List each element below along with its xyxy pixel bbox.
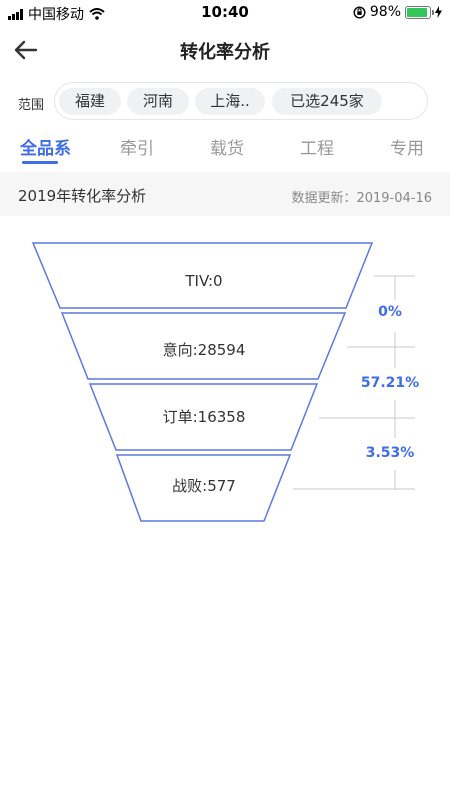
conversion-rate-3: 3.53% — [365, 445, 415, 461]
nav-bar: 转化率分析 — [0, 26, 450, 74]
funnel-label-defeat: 战败:577 — [172, 477, 236, 495]
conversion-rate-2: 57.21% — [360, 375, 420, 391]
funnel-label-order: 订单:16358 — [162, 408, 246, 426]
scope-chip-fujian[interactable]: 福建 — [59, 88, 121, 115]
conversion-funnel: TIV:0 意向:28594 订单:16358 战败:577 0% 57.21%… — [0, 240, 450, 530]
tab-tractor[interactable]: 牵引 — [120, 134, 154, 159]
scope-row: 范围 福建 河南 上海.. 已选245家 — [0, 82, 450, 122]
funnel-label-intent: 意向:28594 — [162, 341, 246, 359]
active-tab-indicator — [22, 161, 58, 164]
rotation-lock-icon — [353, 5, 366, 19]
scope-selector[interactable]: 福建 河南 上海.. 已选245家 — [54, 82, 428, 120]
scope-chip-selected-count[interactable]: 已选245家 — [272, 88, 382, 115]
tab-special[interactable]: 专用 — [390, 134, 424, 159]
data-updated-label: 数据更新：2019-04-16 — [291, 191, 432, 206]
conversion-rate-1: 0% — [378, 304, 402, 320]
tab-cargo[interactable]: 载货 — [210, 134, 244, 159]
tab-engineering[interactable]: 工程 — [300, 134, 334, 159]
scope-chip-shanghai[interactable]: 上海.. — [195, 88, 265, 115]
scope-chip-henan[interactable]: 河南 — [127, 88, 189, 115]
scope-label: 范围 — [18, 98, 45, 113]
tab-all-series[interactable]: 全品系 — [20, 134, 71, 159]
section-header: 2019年转化率分析 数据更新：2019-04-16 — [0, 172, 450, 216]
status-right: 98% — [353, 4, 442, 20]
product-tabs: 全品系 牵引 载货 工程 专用 — [0, 128, 450, 168]
battery-percent: 98% — [369, 4, 401, 20]
status-bar: 中国移动 10:40 98% — [0, 0, 450, 26]
page-title: 转化率分析 — [180, 42, 270, 63]
section-title: 2019年转化率分析 — [18, 187, 147, 205]
battery-icon — [405, 5, 434, 19]
charging-icon — [435, 6, 442, 18]
funnel-label-tiv: TIV:0 — [185, 272, 223, 290]
